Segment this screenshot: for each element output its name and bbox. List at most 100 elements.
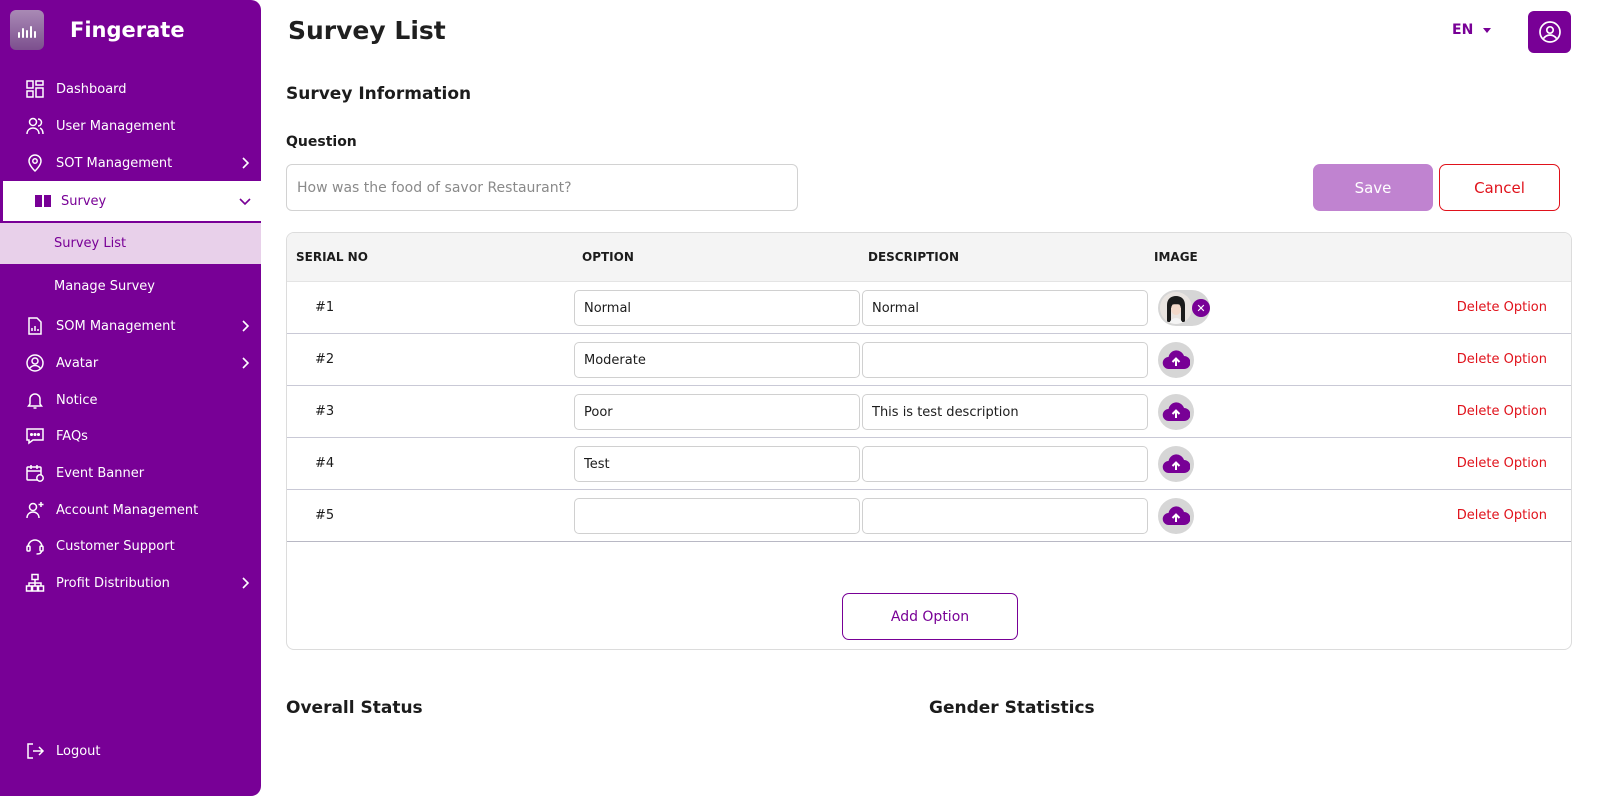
sidebar-item-label: Customer Support	[56, 538, 175, 554]
profile-button[interactable]	[1528, 11, 1571, 53]
close-icon: ✕	[1196, 301, 1206, 315]
delete-option-link[interactable]: Delete Option	[1457, 300, 1547, 315]
sidebar-item-label: FAQs	[56, 428, 88, 444]
table-header: SERIAL NO OPTION DESCRIPTION IMAGE	[287, 233, 1571, 282]
serial-number: #3	[315, 404, 335, 419]
sidebar-item-label: SOM Management	[56, 318, 176, 334]
user-circle-icon	[1538, 21, 1561, 43]
delete-option-link[interactable]: Delete Option	[1457, 456, 1547, 471]
page-title: Survey List	[288, 16, 446, 45]
description-input[interactable]	[862, 290, 1148, 326]
sidebar-item-profit-distribution[interactable]: Profit Distribution	[0, 565, 261, 601]
upload-image-button[interactable]	[1158, 342, 1194, 378]
brand-logo-icon	[10, 10, 44, 50]
sidebar-item-account-management[interactable]: Account Management	[0, 492, 261, 528]
remove-image-button[interactable]: ✕	[1192, 299, 1210, 317]
sidebar-item-notice[interactable]: Notice	[0, 382, 261, 418]
delete-option-link[interactable]: Delete Option	[1457, 404, 1547, 419]
upload-cloud-icon	[1162, 454, 1190, 474]
document-chart-icon	[28, 317, 42, 335]
sidebar-item-label: SOT Management	[56, 155, 173, 171]
sidebar-item-event-banner[interactable]: Event Banner	[0, 455, 261, 491]
logout-label: Logout	[56, 743, 101, 759]
hierarchy-icon	[25, 573, 45, 592]
question-label: Question	[286, 134, 357, 150]
location-pin-icon	[28, 154, 42, 173]
add-user-icon	[26, 502, 44, 519]
chevron-right-icon	[242, 157, 250, 169]
sidebar-subitem-label: Manage Survey	[54, 279, 155, 294]
gender-statistics-title: Gender Statistics	[929, 698, 1095, 718]
caret-down-icon	[1483, 27, 1492, 33]
sidebar-item-avatar[interactable]: Avatar	[0, 345, 261, 381]
sidebar-item-user-management[interactable]: User Management	[0, 108, 261, 144]
sidebar-item-label: Account Management	[56, 502, 199, 518]
chevron-right-icon	[242, 577, 250, 589]
add-option-button[interactable]: Add Option	[842, 593, 1018, 640]
book-icon	[35, 195, 51, 207]
table-row: #5 Delete Option	[287, 490, 1571, 542]
table-row: #1 ✕ Delete Option	[287, 282, 1571, 334]
serial-number: #2	[315, 352, 335, 367]
users-icon	[26, 117, 44, 135]
option-image: ✕	[1158, 290, 1210, 326]
upload-cloud-icon	[1162, 506, 1190, 526]
upload-image-button[interactable]	[1158, 394, 1194, 430]
sidebar-subitem-label: Survey List	[54, 236, 127, 251]
delete-option-link[interactable]: Delete Option	[1457, 508, 1547, 523]
sidebar-item-label: Avatar	[56, 355, 99, 371]
sidebar-item-label: Event Banner	[56, 465, 145, 481]
chevron-right-icon	[242, 357, 250, 369]
delete-option-link[interactable]: Delete Option	[1457, 352, 1547, 367]
serial-number: #5	[315, 508, 335, 523]
column-header: DESCRIPTION	[868, 250, 960, 264]
description-input[interactable]	[862, 342, 1148, 378]
column-header: IMAGE	[1154, 250, 1198, 264]
sidebar-item-label: Profit Distribution	[56, 575, 170, 591]
cancel-button[interactable]: Cancel	[1439, 164, 1560, 211]
logout-icon	[27, 743, 45, 759]
question-input[interactable]	[286, 164, 798, 211]
sidebar-subitem-survey-list[interactable]: Survey List	[0, 223, 261, 264]
description-input[interactable]	[862, 394, 1148, 430]
option-input[interactable]	[574, 394, 860, 430]
sidebar-item-label: Notice	[56, 392, 98, 408]
sidebar-item-label: Dashboard	[56, 81, 127, 97]
sidebar-item-faqs[interactable]: FAQs	[0, 418, 261, 454]
upload-image-button[interactable]	[1158, 498, 1194, 534]
sidebar-item-som-management[interactable]: SOM Management	[0, 308, 261, 344]
save-button[interactable]: Save	[1313, 164, 1433, 211]
option-input[interactable]	[574, 498, 860, 534]
logout-button[interactable]: Logout	[0, 733, 261, 769]
calendar-icon	[26, 465, 44, 482]
brand-name: Fingerate	[70, 18, 185, 42]
overall-status-title: Overall Status	[286, 698, 423, 718]
sidebar-item-dashboard[interactable]: Dashboard	[0, 71, 261, 107]
bell-icon	[27, 393, 43, 409]
option-input[interactable]	[574, 446, 860, 482]
table-row: #2 Delete Option	[287, 334, 1571, 386]
language-select[interactable]: EN	[1452, 22, 1492, 38]
sidebar-item-label: Survey	[61, 193, 107, 209]
sidebar-item-sot-management[interactable]: SOT Management	[0, 145, 261, 181]
sidebar: Fingerate Dashboard User Management SOT …	[0, 0, 261, 796]
option-input[interactable]	[574, 290, 860, 326]
section-title: Survey Information	[286, 84, 472, 104]
table-row: #3 Delete Option	[287, 386, 1571, 438]
serial-number: #1	[315, 300, 335, 315]
serial-number: #4	[315, 456, 335, 471]
description-input[interactable]	[862, 498, 1148, 534]
chat-icon	[26, 428, 44, 445]
column-header: OPTION	[582, 250, 634, 264]
sidebar-item-survey[interactable]: Survey	[0, 181, 261, 221]
upload-image-button[interactable]	[1158, 446, 1194, 482]
brand[interactable]: Fingerate	[10, 8, 185, 52]
upload-cloud-icon	[1162, 402, 1190, 422]
option-input[interactable]	[574, 342, 860, 378]
sidebar-item-customer-support[interactable]: Customer Support	[0, 528, 261, 564]
sidebar-subitem-manage-survey[interactable]: Manage Survey	[0, 266, 261, 307]
description-input[interactable]	[862, 446, 1148, 482]
chevron-right-icon	[242, 320, 250, 332]
option-image-thumbnail	[1160, 292, 1192, 324]
table-row: #4 Delete Option	[287, 438, 1571, 490]
